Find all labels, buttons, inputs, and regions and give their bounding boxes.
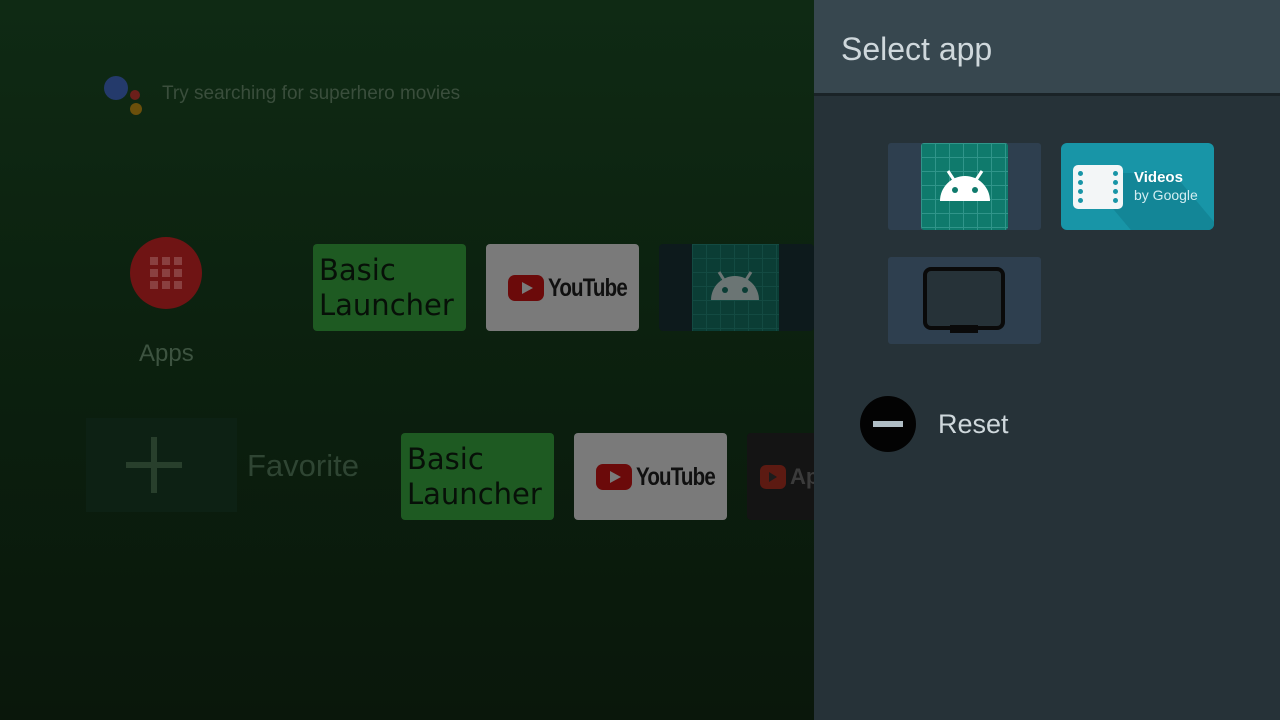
- remove-circle-icon[interactable]: [860, 396, 916, 452]
- reset-button[interactable]: Reset: [938, 409, 1009, 440]
- add-favorite-button[interactable]: [86, 418, 237, 512]
- android-icon: [711, 271, 759, 300]
- search-hint[interactable]: Try searching for superhero movies: [162, 83, 460, 105]
- youtube-tile-favorite[interactable]: YouTube: [574, 433, 727, 520]
- basic-launcher-tile-favorite[interactable]: Basic Launcher: [401, 433, 554, 520]
- app-choice-android[interactable]: [888, 143, 1041, 230]
- tv-icon: [923, 267, 1005, 330]
- videos-title: Videos: [1134, 169, 1183, 186]
- youtube-wordmark: YouTube: [548, 273, 628, 302]
- app-choice-tv[interactable]: [888, 257, 1041, 344]
- youtube-tile[interactable]: YouTube: [486, 244, 639, 331]
- partial-app-label: Ap: [790, 464, 814, 489]
- favorite-label: Favorite: [247, 448, 359, 483]
- tile-label-line1: Basic: [407, 442, 484, 476]
- select-app-panel: Select app Videos by Google Reset: [814, 0, 1280, 720]
- app-choice-videos[interactable]: Videos by Google: [1061, 143, 1214, 230]
- tile-label-line2: Launcher: [319, 288, 454, 322]
- videos-icon: [1073, 165, 1123, 209]
- youtube-play-icon: [596, 464, 632, 490]
- youtube-play-icon: [508, 275, 544, 301]
- apps-grid-icon: [150, 257, 182, 289]
- app-play-icon: [760, 465, 786, 489]
- tile-label-line1: Basic: [319, 253, 396, 287]
- youtube-wordmark: YouTube: [636, 462, 716, 491]
- android-app-tile[interactable]: [659, 244, 814, 331]
- android-icon: [940, 170, 990, 201]
- panel-title: Select app: [841, 31, 993, 67]
- basic-launcher-tile[interactable]: Basic Launcher: [313, 244, 466, 331]
- videos-subtitle: by Google: [1134, 187, 1198, 203]
- google-assistant-icon[interactable]: [102, 74, 146, 118]
- tv-stand: [950, 325, 978, 333]
- panel-header: Select app: [814, 0, 1280, 96]
- partial-app-tile[interactable]: Ap: [747, 433, 814, 520]
- tile-label-line2: Launcher: [407, 477, 542, 511]
- apps-label: Apps: [139, 340, 194, 367]
